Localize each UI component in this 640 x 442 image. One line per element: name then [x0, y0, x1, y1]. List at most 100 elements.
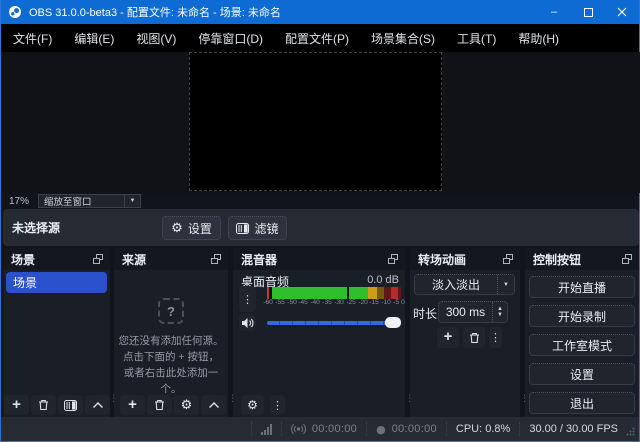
source-filters-button[interactable]: 滤镜	[228, 216, 287, 240]
start-streaming-button[interactable]: 开始直播	[529, 276, 635, 298]
empty-hint-line: 您还没有添加任何源。	[114, 333, 228, 349]
trash-icon	[469, 332, 480, 344]
move-scene-up-button[interactable]	[85, 395, 110, 415]
gear-icon: ⚙	[171, 222, 183, 235]
transition-dropdown[interactable]: 淡入淡出 ▼	[414, 274, 515, 295]
filters-icon	[64, 400, 77, 411]
volume-slider[interactable]	[267, 319, 401, 327]
menu-tools[interactable]: 工具(T)	[446, 24, 507, 52]
empty-hint-line: 或者右击此处添加一个。	[114, 365, 228, 397]
popout-dock-icon[interactable]	[621, 253, 633, 265]
zoom-level-label: 17%	[9, 196, 29, 207]
plus-icon: +	[128, 397, 137, 412]
settings-button[interactable]: 设置	[529, 363, 635, 385]
duration-value: 300 ms	[439, 305, 492, 319]
source-properties-button[interactable]: ⚙	[174, 395, 199, 415]
spinbox-arrows[interactable]: ▲▼	[492, 302, 507, 322]
slider-handle[interactable]	[385, 317, 401, 328]
transition-duration-spinbox[interactable]: 300 ms ▲▼	[438, 301, 508, 323]
popout-dock-icon[interactable]	[210, 253, 222, 265]
scenes-dock-header: 场景	[3, 248, 110, 270]
popout-dock-icon[interactable]	[92, 253, 104, 265]
separator	[519, 422, 520, 436]
plus-icon: +	[12, 397, 21, 412]
close-button[interactable]	[605, 0, 639, 24]
scenes-title: 场景	[11, 251, 35, 268]
menu-docks[interactable]: 停靠窗口(D)	[187, 24, 274, 52]
sources-title: 来源	[122, 251, 146, 268]
studio-mode-button[interactable]: 工作室模式	[529, 334, 635, 356]
maximize-button[interactable]	[571, 0, 605, 24]
menu-profile[interactable]: 配置文件(P)	[274, 24, 360, 52]
title-bar: OBS 31.0.0-beta3 - 配置文件: 未命名 - 场景: 未命名 –	[1, 0, 639, 24]
separator	[446, 422, 447, 436]
mixer-title: 混音器	[241, 251, 277, 268]
window-title: OBS 31.0.0-beta3 - 配置文件: 未命名 - 场景: 未命名	[29, 4, 281, 20]
menu-edit[interactable]: 编辑(E)	[63, 24, 125, 52]
separator	[281, 422, 282, 436]
menu-view[interactable]: 视图(V)	[125, 24, 187, 52]
controls-dock: 控制按钮 开始直播 开始录制 工作室模式 设置 退出	[525, 248, 639, 417]
add-transition-button[interactable]: +	[437, 327, 459, 348]
sources-dock-header: 来源	[114, 248, 228, 270]
exit-button[interactable]: 退出	[529, 392, 635, 414]
add-source-button[interactable]: +	[120, 395, 145, 415]
source-context-bar: 未选择源 ⚙ 设置 滤镜	[3, 209, 639, 246]
dock-splitter-grip[interactable]: ⋮	[228, 397, 232, 413]
stream-timer: 00:00:00	[312, 423, 357, 435]
obs-window: OBS 31.0.0-beta3 - 配置文件: 未命名 - 场景: 未命名 –…	[0, 0, 640, 442]
fps-indicator: 30.00 / 30.00 FPS	[529, 423, 618, 435]
transition-properties-button[interactable]: ⋮	[489, 327, 502, 348]
menu-help[interactable]: 帮助(H)	[507, 24, 570, 52]
no-source-label: 未选择源	[12, 209, 60, 246]
slider-track[interactable]	[267, 321, 399, 325]
trash-icon	[154, 399, 165, 411]
kebab-menu-icon: ⋮	[272, 399, 283, 412]
remove-source-button[interactable]	[147, 395, 172, 415]
menu-bar: 文件(F) 编辑(E) 视图(V) 停靠窗口(D) 配置文件(P) 场景集合(S…	[1, 24, 639, 52]
menu-file[interactable]: 文件(F)	[2, 24, 63, 52]
dock-splitter-grip[interactable]: ⋮	[109, 397, 113, 413]
trash-icon	[38, 399, 49, 411]
audio-mixer-dock: 混音器 桌面音频 0.0 dB ⋮ -60-55-50-45-40-35-30-…	[233, 248, 405, 417]
advanced-audio-button[interactable]: ⚙	[241, 395, 264, 415]
kebab-menu-icon: ⋮	[242, 293, 253, 306]
popout-dock-icon[interactable]	[387, 253, 399, 265]
dock-splitter-grip[interactable]: ⋮	[405, 397, 409, 413]
zoom-mode-dropdown[interactable]: 缩放至窗口 ▼	[38, 194, 141, 208]
filters-label: 滤镜	[254, 220, 278, 237]
preview-canvas[interactable]	[189, 52, 442, 191]
move-source-up-button[interactable]	[201, 395, 226, 415]
scene-transitions-dock: 转场动画 淡入淡出 ▼ 时长 300 ms ▲▼ + ⋮	[410, 248, 520, 417]
gear-icon: ⚙	[181, 399, 193, 412]
mixer-options-button[interactable]: ⋮	[239, 286, 256, 312]
mixer-menu-button[interactable]: ⋮	[270, 395, 285, 415]
transitions-dock-header: 转场动画	[410, 248, 520, 270]
popout-dock-icon[interactable]	[502, 253, 514, 265]
scene-filters-button[interactable]	[58, 395, 83, 415]
remove-scene-button[interactable]	[31, 395, 56, 415]
obs-logo-icon	[8, 5, 22, 19]
controls-title: 控制按钮	[533, 251, 581, 268]
separator	[366, 422, 367, 436]
scene-list-item-selected[interactable]: 场景	[6, 272, 107, 293]
add-scene-button[interactable]: +	[4, 395, 29, 415]
speaker-icon	[241, 317, 254, 329]
properties-label: 设置	[188, 220, 212, 237]
menu-scene-collection[interactable]: 场景集合(S)	[360, 24, 446, 52]
controls-dock-header: 控制按钮	[525, 248, 639, 270]
transitions-title: 转场动画	[418, 251, 466, 268]
dock-splitter-grip[interactable]: ⋮	[520, 397, 524, 413]
start-recording-button[interactable]: 开始录制	[529, 305, 635, 327]
record-timer: 00:00:00	[392, 423, 437, 435]
preview-area	[2, 52, 640, 193]
minimize-button[interactable]: –	[537, 0, 571, 24]
mute-toggle-button[interactable]	[239, 314, 256, 331]
resize-grip[interactable]	[626, 427, 636, 437]
network-signal-icon	[261, 424, 272, 435]
filters-icon	[236, 223, 249, 234]
cpu-usage: CPU: 0.8%	[456, 423, 510, 435]
source-properties-button[interactable]: ⚙ 设置	[162, 216, 221, 240]
remove-transition-button[interactable]	[463, 327, 485, 348]
chevron-down-icon: ▼	[497, 275, 514, 294]
